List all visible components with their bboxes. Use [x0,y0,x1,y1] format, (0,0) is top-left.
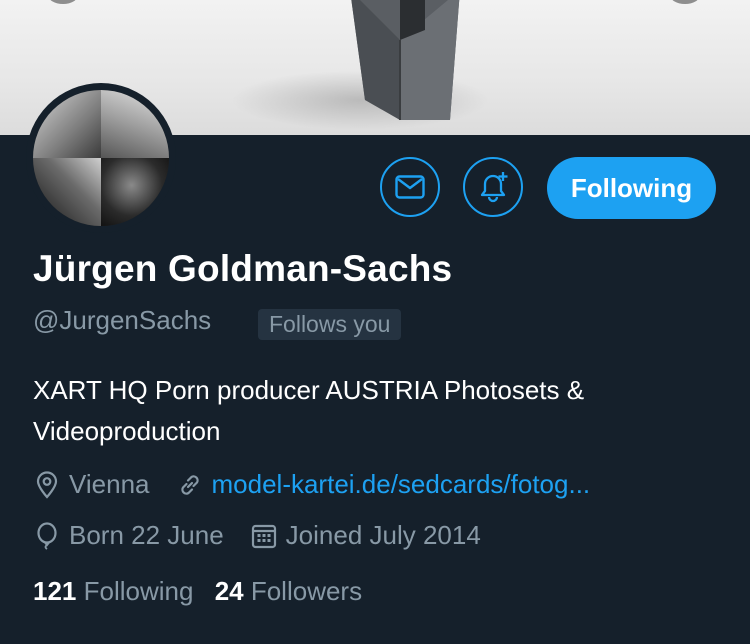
balloon-icon [33,521,61,550]
bell-plus-icon [480,172,508,203]
following-button[interactable]: Following [547,157,716,219]
followers-stat[interactable]: 24 Followers [215,576,362,606]
banner-cube-image [351,0,460,120]
following-count: 121 [33,576,77,606]
website-link[interactable]: model-kartei.de/sedcards/fotog... [212,469,591,500]
birthday-text: Born 22 June [69,520,224,550]
followers-count: 24 [214,576,244,606]
envelope-icon [395,175,425,199]
following-stat[interactable]: 121 Following [33,576,201,606]
more-button-shadow [670,0,700,4]
joined-text: Joined July 2014 [285,520,481,550]
avatar-image [33,90,169,226]
message-button[interactable] [380,157,440,217]
handle: @JurgenSachs [33,305,212,335]
meta-row-location: Vienna model-kartei.de/sedcards/fotog... [33,469,590,500]
notifications-button[interactable] [463,157,523,217]
bio: XART HQ Porn producer AUSTRIA Photosets … [33,375,585,446]
display-name: Jürgen Goldman-Sachs [33,248,453,289]
follow-stats: 121 Following 24 Followers [33,576,362,607]
link-icon [176,471,204,499]
calendar-icon [250,522,278,550]
followers-label: Followers [250,576,363,606]
avatar[interactable] [26,83,176,233]
back-button-shadow [48,0,78,4]
location-text: Vienna [69,469,150,499]
meta-row-dates: Born 22 June Joined July 2014 [33,520,481,551]
location-pin-icon [33,470,61,499]
follows-you-badge: Follows you [258,309,402,340]
following-label: Following [83,576,194,606]
